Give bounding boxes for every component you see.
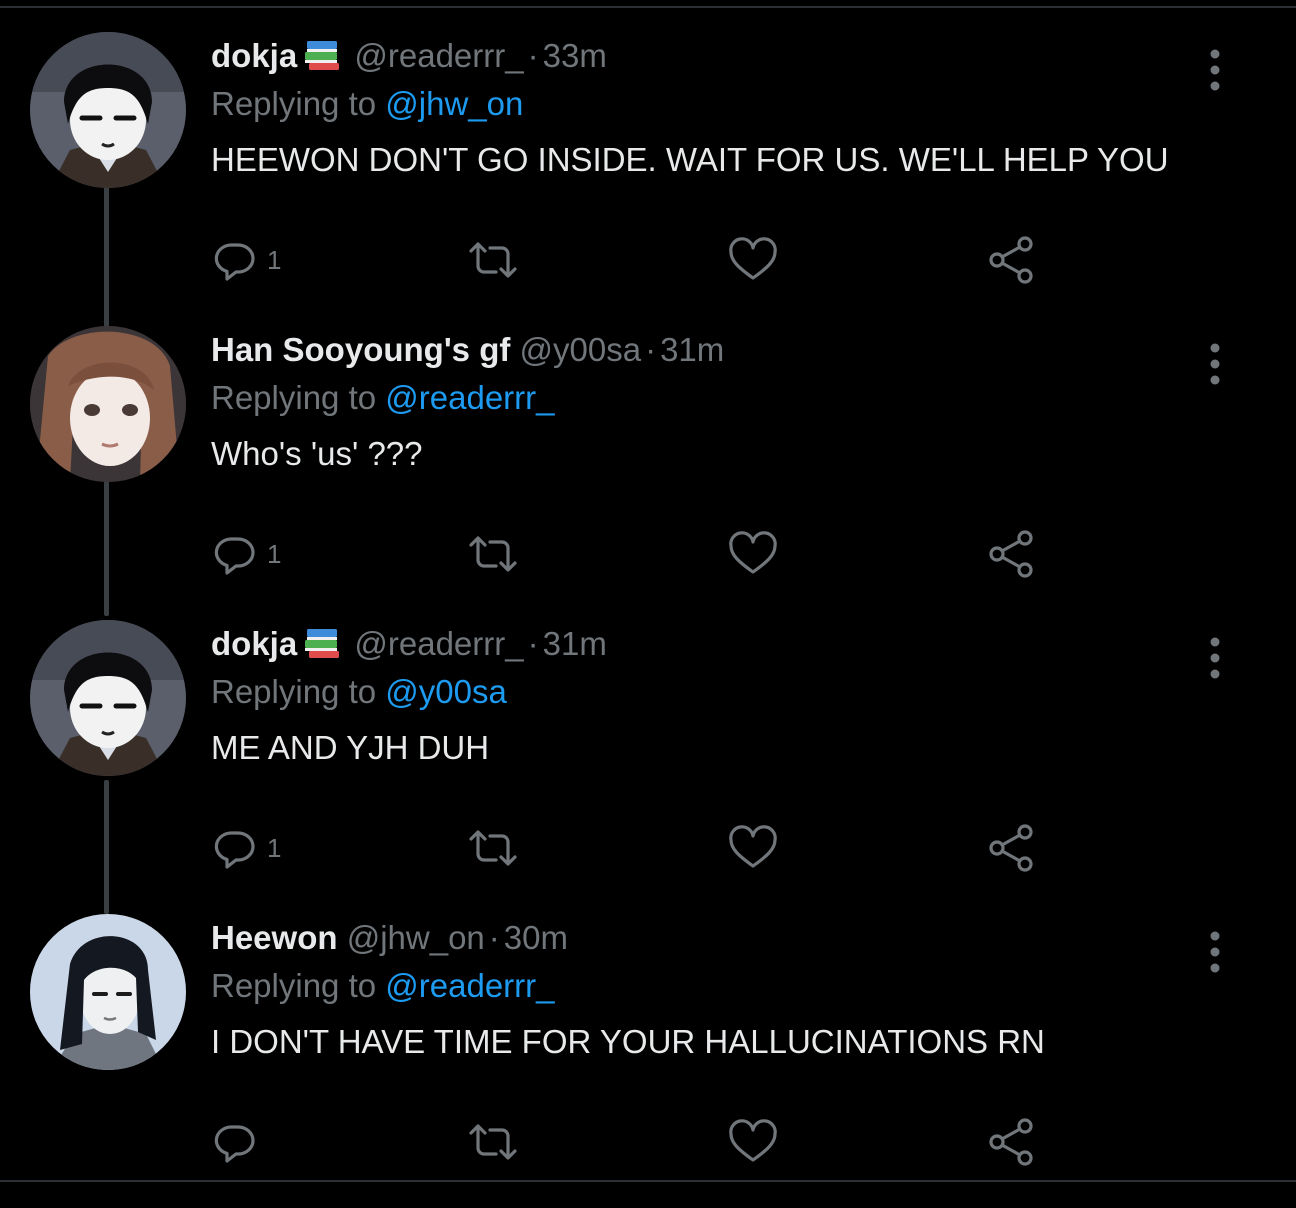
retweet-button[interactable] [465,526,521,582]
reply-icon [211,1118,259,1166]
timestamp[interactable]: 30m [504,919,568,956]
like-icon [727,236,779,284]
retweet-icon [465,236,521,284]
tweet-text: HEEWON DON'T GO INSIDE. WAIT FOR US. WE'… [211,141,1169,178]
tweet-header: Heewon @jhw_on · 30m [211,918,568,958]
retweet-icon [465,1118,521,1166]
user-handle[interactable]: @y00sa [520,331,642,368]
user-handle[interactable]: @readerrr_ [354,625,523,662]
like-icon [727,1118,779,1166]
tweet-text: I DON'T HAVE TIME FOR YOUR HALLUCINATION… [211,1023,1045,1060]
retweet-icon [465,824,521,872]
retweet-button[interactable] [465,820,521,876]
like-button[interactable] [727,1114,779,1170]
more-options-icon [1200,636,1230,680]
replying-to-label: Replying to [211,673,377,710]
tweet-text: ME AND YJH DUH [211,729,490,766]
replying-to-mention[interactable]: @readerrr_ [385,967,554,1004]
replying-to-label: Replying to [211,967,377,1004]
bottom-divider [0,1180,1296,1182]
timestamp[interactable]: 31m [543,625,607,662]
reply-count: 1 [267,832,282,863]
reply-count: 1 [267,244,282,275]
tweet-actions: 1 [211,232,1111,288]
share-button[interactable] [985,820,1037,876]
user-handle[interactable]: @readerrr_ [354,37,523,74]
avatar-heewon[interactable] [30,914,186,1070]
top-divider [0,6,1296,8]
dot-separator: · [527,625,539,662]
user-handle[interactable]: @jhw_on [347,919,485,956]
share-button[interactable] [985,526,1037,582]
reply-count: 1 [267,538,282,569]
display-name[interactable]: Han Sooyoung's gf [211,331,510,368]
dot-separator: · [527,37,539,74]
replying-to-line: Replying to @readerrr_ [211,378,555,418]
dot-separator: · [488,919,500,956]
display-name[interactable]: Heewon [211,919,338,956]
share-button[interactable] [985,232,1037,288]
reply-button[interactable]: 1 [211,232,281,288]
more-options-icon [1200,48,1230,92]
reply-button[interactable]: 1 [211,820,281,876]
retweet-icon [465,530,521,578]
avatar-sooyoung-gf[interactable] [30,326,186,482]
share-icon [985,234,1037,286]
share-icon [985,1116,1037,1168]
books-emoji-icon [303,39,343,80]
retweet-button[interactable] [465,232,521,288]
reply-icon [211,236,259,284]
tweet-item[interactable]: dokja @readerrr_ · 33m Replying to @jhw_on… [0,32,1296,326]
share-button[interactable] [985,1114,1037,1170]
more-options-button[interactable] [1200,930,1230,974]
books-emoji-icon [303,627,343,668]
tweet-text: Who's 'us' ??? [211,435,423,472]
like-icon [727,824,779,872]
tweet-item[interactable]: dokja @readerrr_ · 31m Replying to @y00sa … [0,620,1296,914]
tweet-header: Han Sooyoung's gf @y00sa · 31m [211,330,724,370]
replying-to-mention[interactable]: @readerrr_ [385,379,554,416]
avatar-dokja[interactable] [30,32,186,188]
more-options-button[interactable] [1200,636,1230,680]
tweet-actions: 1 [211,820,1111,876]
more-options-icon [1200,930,1230,974]
more-options-button[interactable] [1200,342,1230,386]
tweet-item[interactable]: Heewon @jhw_on · 30m Replying to @readerrr… [0,914,1296,1208]
retweet-button[interactable] [465,1114,521,1170]
timestamp[interactable]: 31m [660,331,724,368]
replying-to-line: Replying to @y00sa [211,672,507,712]
reply-icon [211,530,259,578]
replying-to-label: Replying to [211,85,377,122]
replying-to-mention[interactable]: @y00sa [385,673,507,710]
like-button[interactable] [727,820,779,876]
tweet-actions [211,1114,1111,1170]
share-icon [985,528,1037,580]
replying-to-label: Replying to [211,379,377,416]
reply-button[interactable]: 1 [211,526,281,582]
replying-to-mention[interactable]: @jhw_on [385,85,523,122]
display-name[interactable]: dokja [211,37,297,74]
tweet-actions: 1 [211,526,1111,582]
tweet-header: dokja @readerrr_ · 33m [211,36,607,80]
dot-separator: · [645,331,657,368]
like-icon [727,530,779,578]
display-name[interactable]: dokja [211,625,297,662]
avatar-dokja[interactable] [30,620,186,776]
share-icon [985,822,1037,874]
like-button[interactable] [727,232,779,288]
tweet-item[interactable]: Han Sooyoung's gf @y00sa · 31m Replying to… [0,326,1296,620]
timestamp[interactable]: 33m [543,37,607,74]
more-options-button[interactable] [1200,48,1230,92]
like-button[interactable] [727,526,779,582]
reply-button[interactable] [211,1114,267,1170]
replying-to-line: Replying to @readerrr_ [211,966,555,1006]
tweet-header: dokja @readerrr_ · 31m [211,624,607,668]
more-options-icon [1200,342,1230,386]
reply-icon [211,824,259,872]
replying-to-line: Replying to @jhw_on [211,84,523,124]
